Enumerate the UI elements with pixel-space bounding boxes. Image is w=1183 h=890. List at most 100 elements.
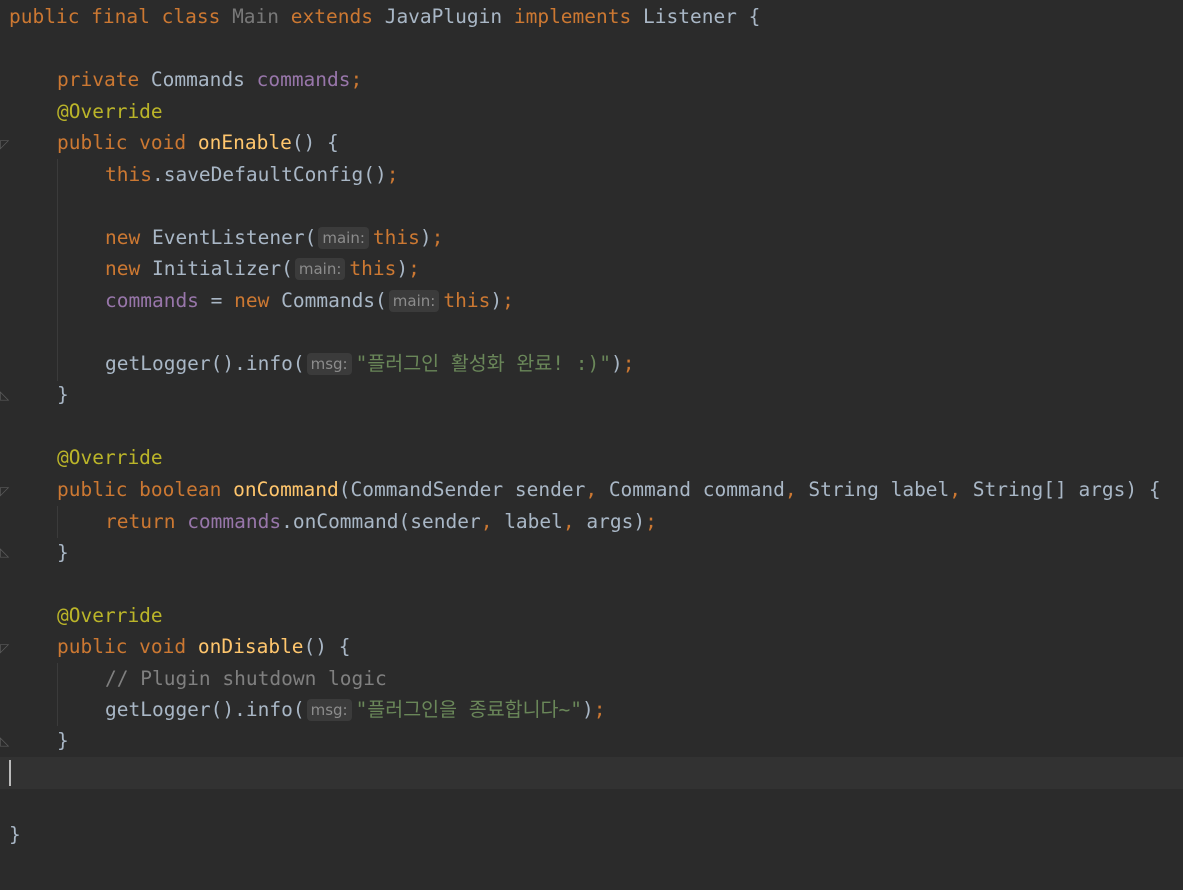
code-line-return[interactable]: return commands.onCommand(sender, label,… <box>9 506 1183 538</box>
constructor-call: Initializer( <box>151 257 293 280</box>
fold-marker-icon[interactable]: ◸ <box>0 484 9 498</box>
keyword: new <box>105 226 152 249</box>
code-line-event-listener[interactable]: new EventListener(main: this); <box>9 222 1183 254</box>
semicolon: ; <box>408 257 420 280</box>
paren: ) <box>581 698 594 721</box>
type-name: Commands <box>150 68 257 91</box>
comment: // Plugin shutdown logic <box>105 667 387 690</box>
comma: , <box>480 510 505 533</box>
parameter-hint: main: <box>318 227 369 249</box>
parens: () { <box>303 635 351 658</box>
class-name: Main <box>232 5 280 28</box>
paren: ) <box>396 257 409 280</box>
code-line-commands-assign[interactable]: commands = new Commands(main: this); <box>9 285 1183 317</box>
keyword: private <box>57 68 151 91</box>
semicolon: ; <box>645 510 657 533</box>
code-editor[interactable]: ◸ ◺ ◸ ◺ ◸ ◺ public final class Main exte… <box>0 0 1183 890</box>
code-line-log-disable[interactable]: getLogger().info(msg: "플러그인을 종료합니다~"); <box>9 694 1183 726</box>
annotation: @Override <box>57 604 163 627</box>
string-literal: "플러그인 활성화 완료! :)" <box>355 352 611 375</box>
code-line-close-brace[interactable]: } <box>9 537 1183 569</box>
field-name: commands <box>105 289 199 312</box>
brace: } <box>9 823 21 846</box>
annotation: @Override <box>57 446 163 469</box>
parameter-hint: msg: <box>306 353 352 375</box>
brace: } <box>57 541 69 564</box>
method-name: onEnable <box>197 131 292 154</box>
semicolon: ; <box>350 68 363 91</box>
code-line-class-declaration[interactable]: public final class Main extends JavaPlug… <box>9 1 1183 33</box>
interface-name: Listener <box>643 5 737 28</box>
comma: , <box>585 478 609 501</box>
code-line-field[interactable]: private Commands commands; <box>9 64 1183 96</box>
keyword: public final class <box>9 5 233 28</box>
brace: } <box>57 383 69 406</box>
brace: } <box>57 729 69 752</box>
keyword: extends <box>279 5 385 28</box>
keyword: this <box>443 289 491 312</box>
keyword: implements <box>502 5 643 28</box>
constructor-call: EventListener( <box>151 226 317 249</box>
parameter-hint: main: <box>294 258 346 280</box>
fold-marker-icon[interactable]: ◺ <box>0 734 9 748</box>
keyword: new <box>234 289 282 312</box>
method-call: getLogger().info( <box>105 698 305 721</box>
string-literal: "플러그인을 종료합니다~" <box>355 698 582 721</box>
method-call: .saveDefaultConfig() <box>151 163 387 186</box>
fold-marker-icon[interactable]: ◺ <box>0 388 9 402</box>
keyword: return <box>105 510 188 533</box>
keyword: public boolean <box>57 478 234 501</box>
field-name: commands <box>187 510 282 533</box>
fold-marker-icon[interactable]: ◺ <box>0 545 9 559</box>
semicolon: ; <box>593 698 606 721</box>
parens: () { <box>291 131 339 154</box>
semicolon: ; <box>502 289 514 312</box>
method-name: onDisable <box>197 635 304 658</box>
code-line-log-enable[interactable]: getLogger().info(msg: "플러그인 활성화 완료! :)"); <box>9 348 1183 380</box>
code-line-onenable-signature[interactable]: public void onEnable() { <box>9 127 1183 159</box>
code-line-annotation[interactable]: @Override <box>9 96 1183 128</box>
parent-class: JavaPlugin <box>384 5 503 28</box>
parameter: (CommandSender sender <box>338 478 586 501</box>
code-line-current[interactable] <box>9 757 1183 789</box>
code-line-ondisable-signature[interactable]: public void onDisable() { <box>9 631 1183 663</box>
code-line-close-brace[interactable]: } <box>9 725 1183 757</box>
semicolon: ; <box>622 352 635 375</box>
keyword: new <box>105 257 152 280</box>
keyword: public void <box>57 131 198 154</box>
paren: ) <box>611 352 623 375</box>
code-line-close-brace[interactable]: } <box>9 379 1183 411</box>
comma: , <box>784 478 809 501</box>
method-call: getLogger().info( <box>105 352 305 375</box>
paren: ) <box>419 226 432 249</box>
paren: ) <box>490 289 503 312</box>
field-name: commands <box>256 68 351 91</box>
parameter: String label <box>808 478 950 501</box>
code-line-save-config[interactable]: this.saveDefaultConfig(); <box>9 159 1183 191</box>
code-line-annotation[interactable]: @Override <box>9 600 1183 632</box>
method-name: onCommand <box>233 478 339 501</box>
code-line-initializer[interactable]: new Initializer(main: this); <box>9 253 1183 285</box>
keyword: this <box>372 226 420 249</box>
annotation: @Override <box>57 100 163 123</box>
operator: = <box>198 289 235 312</box>
fold-marker-icon[interactable]: ◸ <box>0 137 9 151</box>
brace: { <box>736 5 761 28</box>
keyword: this <box>349 257 397 280</box>
code-line-comment[interactable]: // Plugin shutdown logic <box>9 663 1183 695</box>
parameter-hint: msg: <box>306 699 352 721</box>
comma: , <box>949 478 973 501</box>
fold-marker-icon[interactable]: ◸ <box>0 641 9 655</box>
code-line-oncommand-signature[interactable]: public boolean onCommand(CommandSender s… <box>9 474 1183 506</box>
constructor-call: Commands( <box>281 289 387 312</box>
keyword: public void <box>57 635 198 658</box>
semicolon: ; <box>431 226 444 249</box>
code-line-annotation[interactable]: @Override <box>9 442 1183 474</box>
argument: label <box>504 510 563 533</box>
argument: args) <box>586 510 646 533</box>
semicolon: ; <box>386 163 399 186</box>
parameter: String[] args) { <box>972 478 1161 501</box>
method-call: .onCommand(sender <box>281 510 481 533</box>
comma: , <box>562 510 587 533</box>
code-line-class-close[interactable]: } <box>9 819 1183 851</box>
